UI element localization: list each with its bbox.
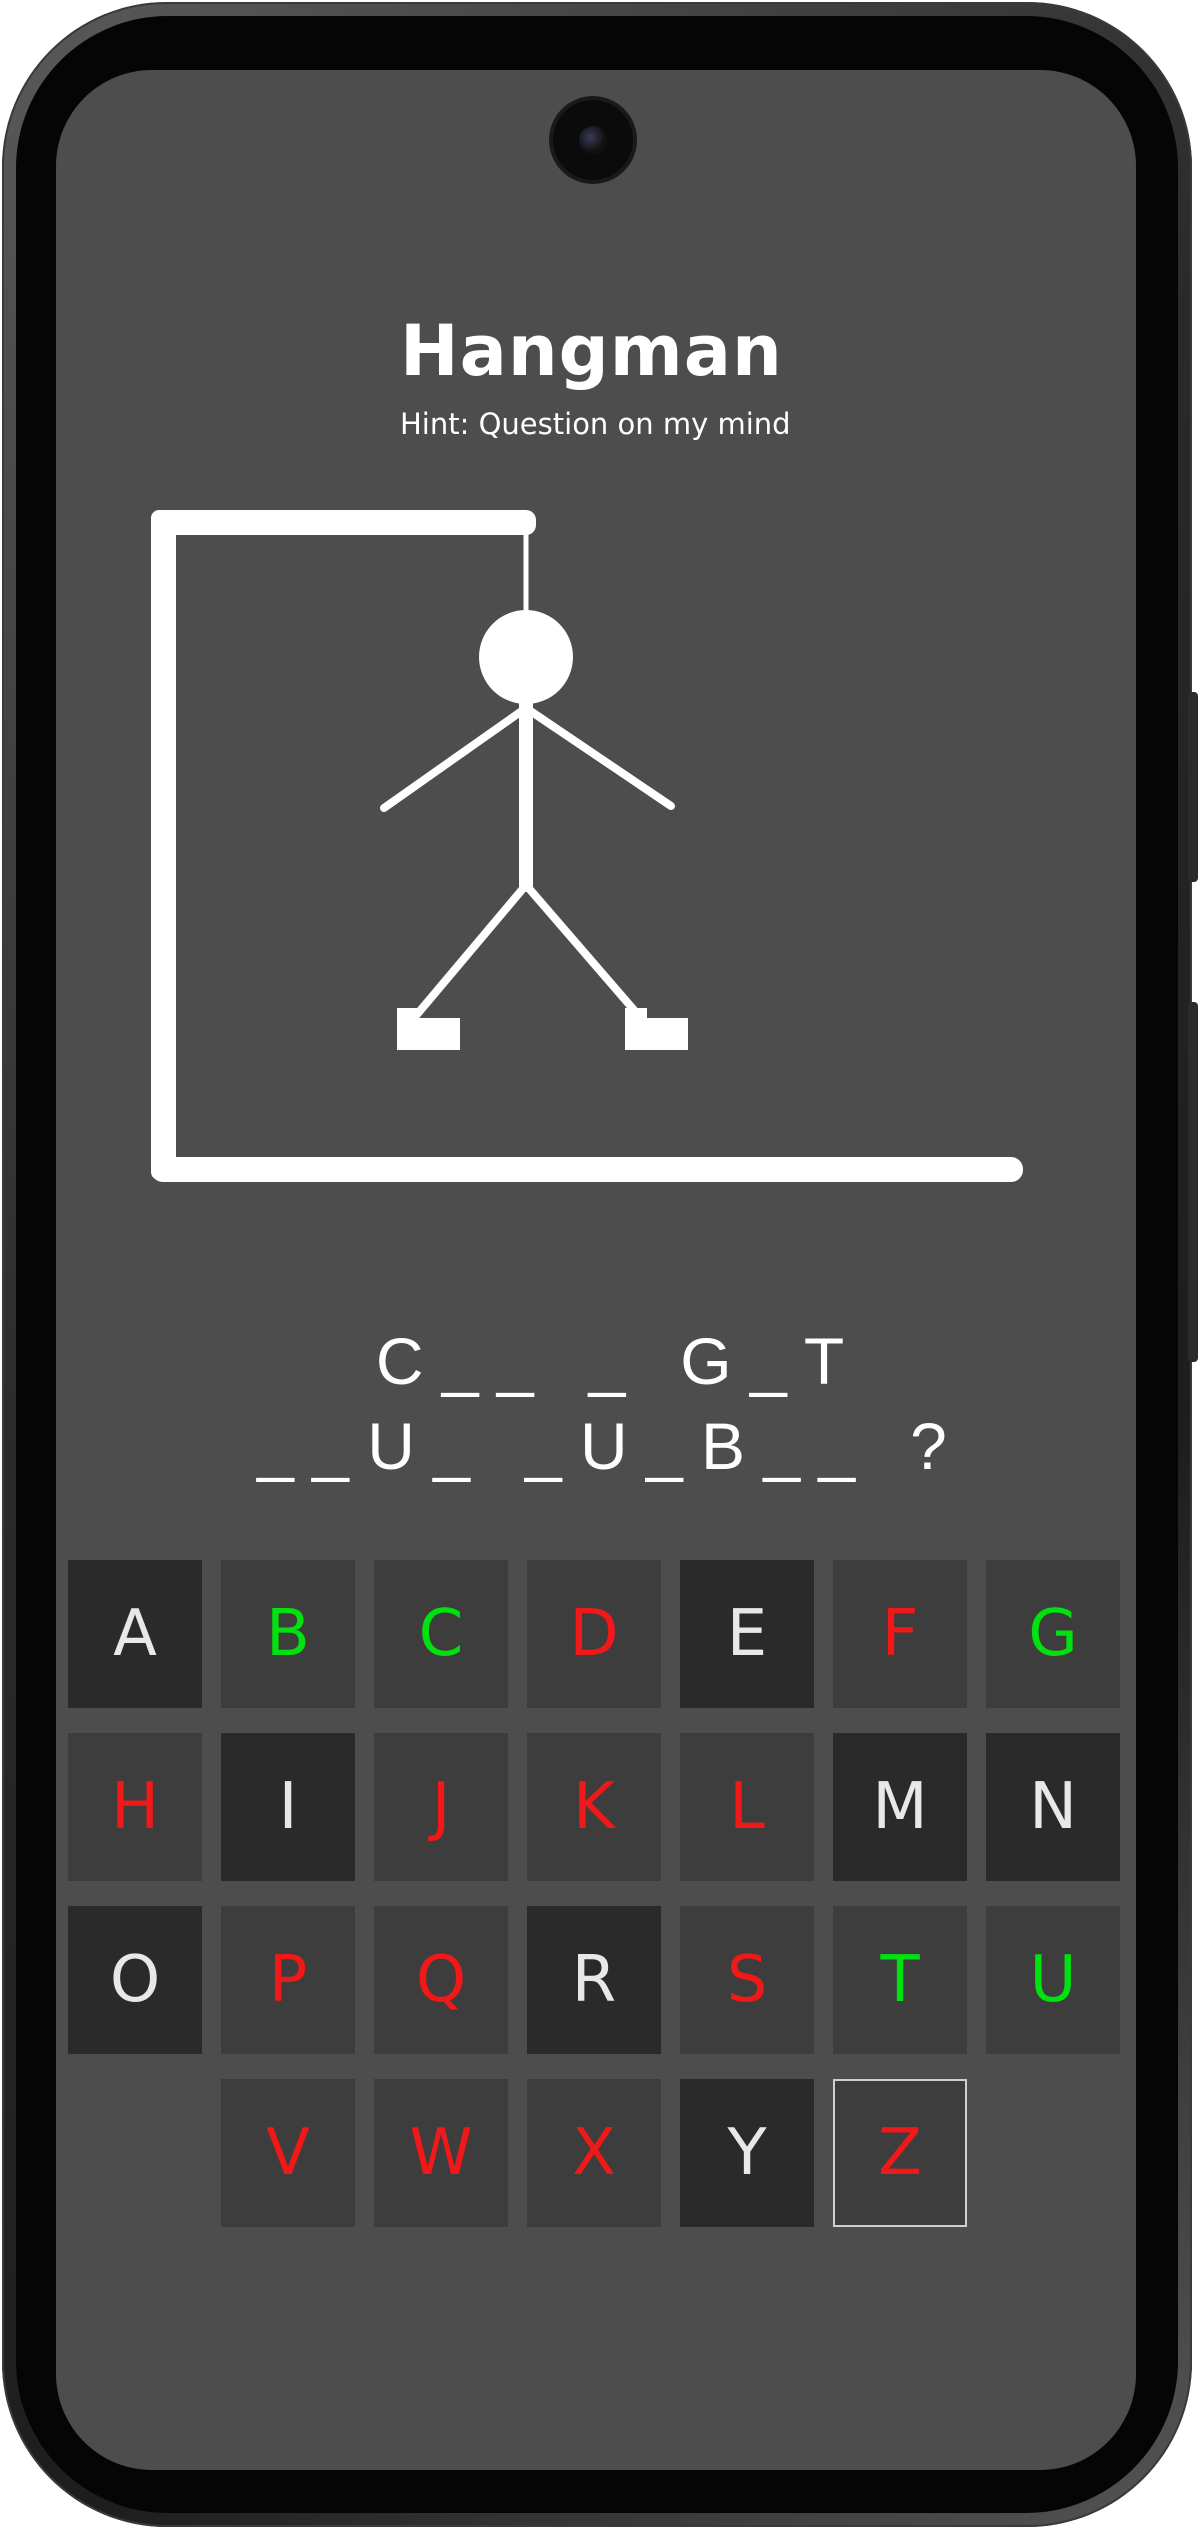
key-m[interactable]: M xyxy=(833,1733,967,1881)
key-l[interactable]: L xyxy=(680,1733,814,1881)
volume-button xyxy=(1188,1002,1198,1362)
game-screen: Hangman Hint: Question on my mind C _ _ … xyxy=(56,70,1136,2470)
key-s[interactable]: S xyxy=(680,1906,814,2054)
key-r[interactable]: R xyxy=(527,1906,661,2054)
key-y[interactable]: Y xyxy=(680,2079,814,2227)
key-q[interactable]: Q xyxy=(374,1906,508,2054)
key-z[interactable]: Z xyxy=(833,2079,967,2227)
key-i[interactable]: I xyxy=(221,1733,355,1881)
key-n[interactable]: N xyxy=(986,1733,1120,1881)
key-u[interactable]: U xyxy=(986,1906,1120,2054)
key-c[interactable]: C xyxy=(374,1560,508,1708)
key-p[interactable]: P xyxy=(221,1906,355,2054)
key-v[interactable]: V xyxy=(221,2079,355,2227)
letter-keyboard: ABCDEFG HIJKLMN OPQRSTU VWXYZ xyxy=(56,70,1136,2470)
key-e[interactable]: E xyxy=(680,1560,814,1708)
key-h[interactable]: H xyxy=(68,1733,202,1881)
key-j[interactable]: J xyxy=(374,1733,508,1881)
key-g[interactable]: G xyxy=(986,1560,1120,1708)
key-b[interactable]: B xyxy=(221,1560,355,1708)
key-o[interactable]: O xyxy=(68,1906,202,2054)
key-x[interactable]: X xyxy=(527,2079,661,2227)
power-button xyxy=(1188,692,1198,882)
key-a[interactable]: A xyxy=(68,1560,202,1708)
key-w[interactable]: W xyxy=(374,2079,508,2227)
key-f[interactable]: F xyxy=(833,1560,967,1708)
key-d[interactable]: D xyxy=(527,1560,661,1708)
key-t[interactable]: T xyxy=(833,1906,967,2054)
key-k[interactable]: K xyxy=(527,1733,661,1881)
